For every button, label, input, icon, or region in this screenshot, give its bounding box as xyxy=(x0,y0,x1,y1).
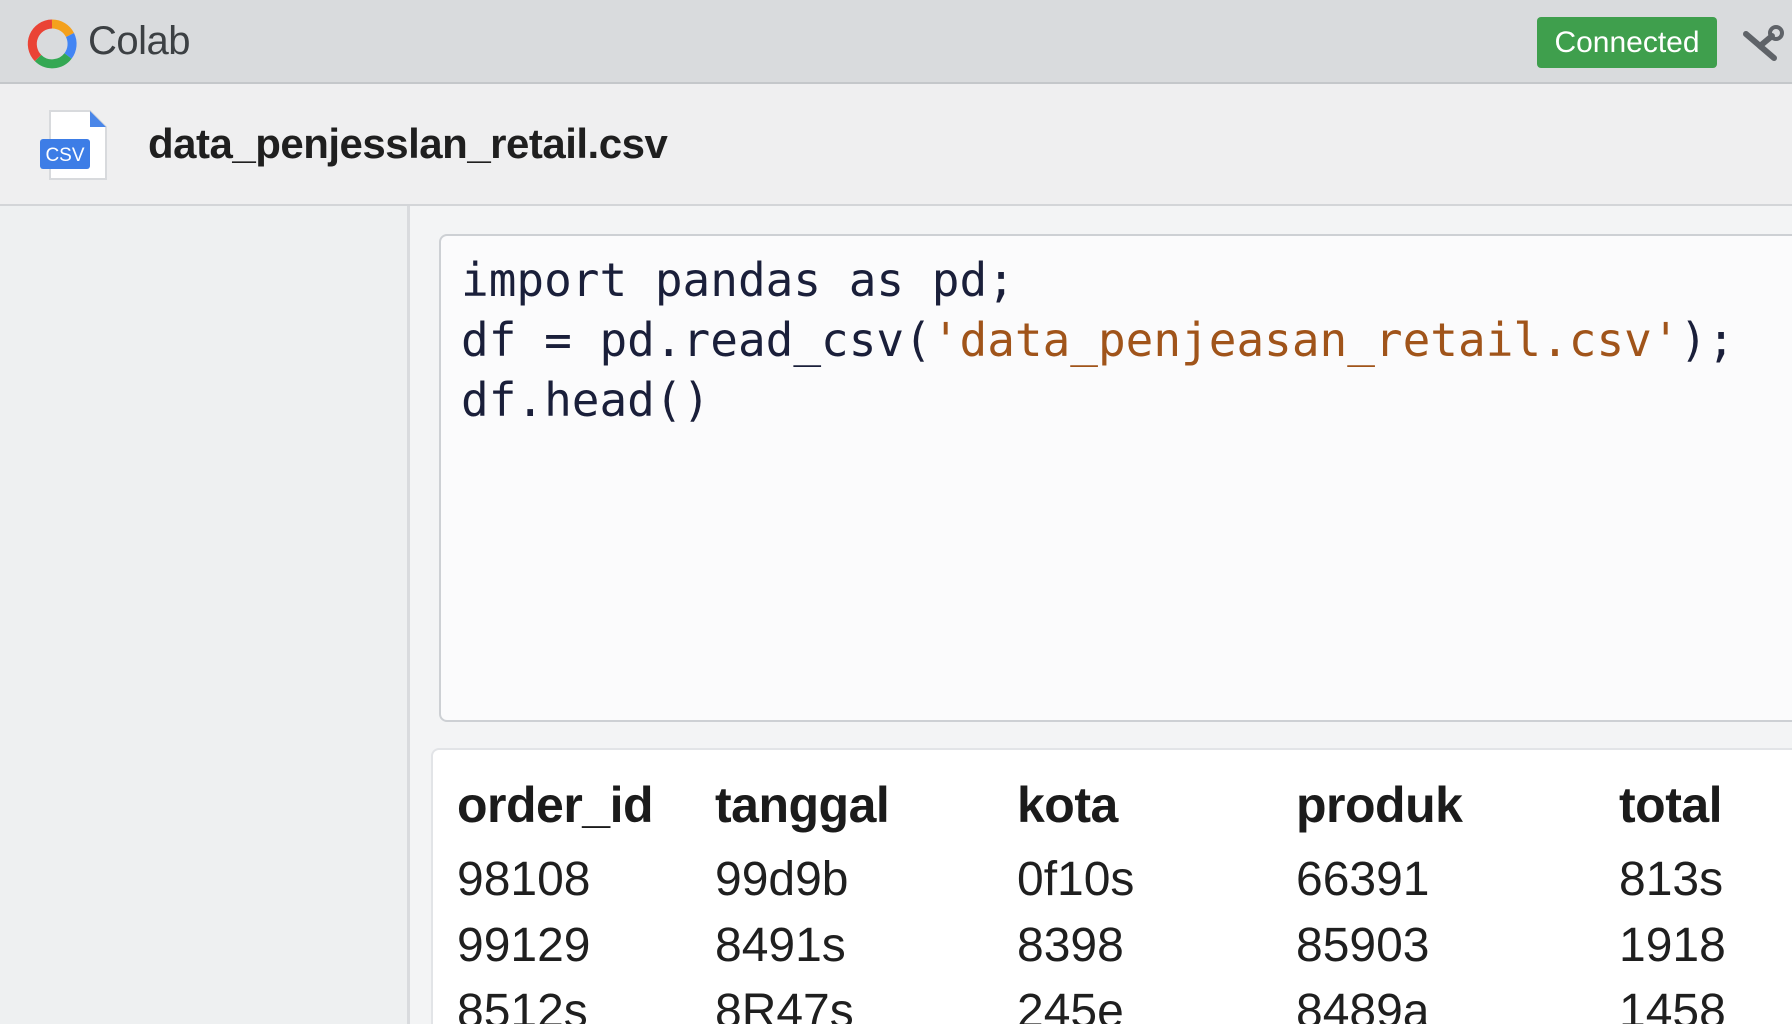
table-cell: 8398 xyxy=(1017,918,1124,972)
colab-app: Colab Connected CSV data_penjesslan_reta… xyxy=(0,0,1792,1024)
csv-file-icon: CSV xyxy=(40,110,107,180)
table-cell: 0f10s xyxy=(1017,852,1135,906)
colab-logo-icon[interactable] xyxy=(26,18,78,70)
connection-status-button[interactable]: Connected xyxy=(1537,17,1717,68)
table-header-row: order_id tanggal kota produk total xyxy=(457,764,1779,846)
code-line-3: df.head() xyxy=(461,373,711,427)
code-editor[interactable]: import pandas as pd; df = pd.read_csv('da… xyxy=(461,250,1735,430)
table-cell: 99d9b xyxy=(715,852,849,906)
column-header: tanggal xyxy=(715,777,890,833)
dataframe-table: order_id tanggal kota produk total 98108… xyxy=(457,764,1779,1024)
table-cell: 8491s xyxy=(715,918,846,972)
table-row: 8512s 8R47s 245e 8489a 1458 xyxy=(457,978,1779,1024)
sidebar xyxy=(0,206,410,1024)
column-header: kota xyxy=(1017,777,1118,833)
code-line-2: df = pd.read_csv('data_penjeasan_retail.… xyxy=(461,310,1735,370)
tools-icon[interactable] xyxy=(1740,24,1784,64)
top-bar: Colab Connected xyxy=(0,0,1792,84)
column-header: produk xyxy=(1296,777,1463,833)
table-cell: 8489a xyxy=(1296,984,1430,1024)
code-cell[interactable]: import pandas as pd; df = pd.read_csv('da… xyxy=(439,234,1792,722)
table-cell: 99129 xyxy=(457,918,591,972)
code-line-2-suffix: ); xyxy=(1679,313,1735,367)
app-title: Colab xyxy=(88,19,191,63)
code-line-2-prefix: df = pd.read_csv( xyxy=(461,313,932,367)
table-cell: 98108 xyxy=(457,852,591,906)
table-cell: 1918 xyxy=(1619,918,1726,972)
table-cell: 8R47s xyxy=(715,984,854,1024)
table-cell: 1458 xyxy=(1619,984,1726,1024)
table-cell: 245e xyxy=(1017,984,1124,1024)
table-row: 98108 99d9b 0f10s 66391 813s xyxy=(457,846,1779,912)
table-cell: 813s xyxy=(1619,852,1724,906)
code-line-1: import pandas as pd; xyxy=(461,253,1015,307)
table-row: 99129 8491s 8398 85903 1918 xyxy=(457,912,1779,978)
table-cell: 66391 xyxy=(1296,852,1430,906)
output-cell: order_id tanggal kota produk total 98108… xyxy=(431,748,1792,1024)
csv-icon-label: CSV xyxy=(45,145,84,166)
file-header: CSV data_penjesslan_retail.csv xyxy=(0,84,1792,206)
column-header: total xyxy=(1619,777,1723,833)
code-string-literal: 'data_penjeasan_retail.csv' xyxy=(931,313,1680,367)
file-name[interactable]: data_penjesslan_retail.csv xyxy=(148,120,668,168)
table-cell: 8512s xyxy=(457,984,588,1024)
column-header: order_id xyxy=(457,777,654,833)
table-cell: 85903 xyxy=(1296,918,1430,972)
